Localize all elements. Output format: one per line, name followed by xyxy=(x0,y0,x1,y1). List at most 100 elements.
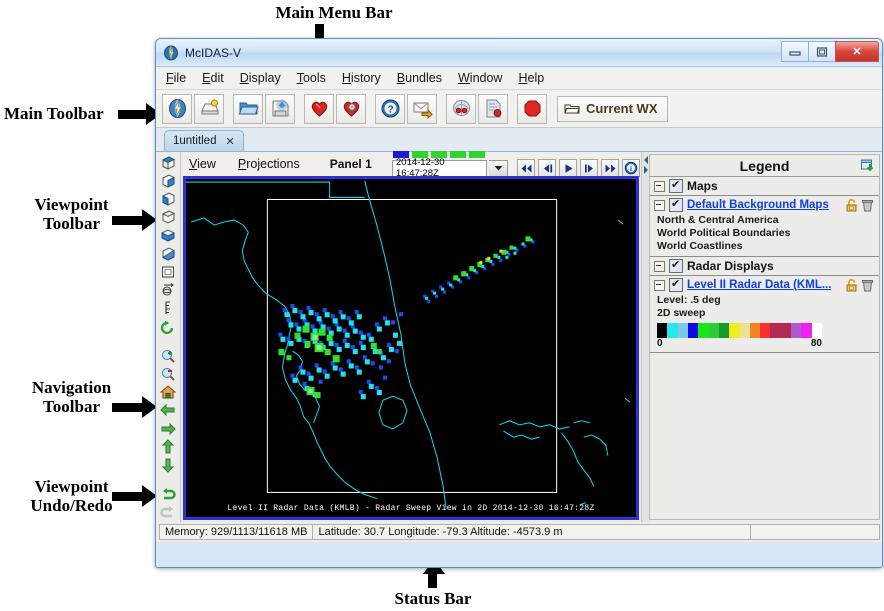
animation-controls-row: 2014-12-30 16:47:28Z xyxy=(392,159,640,177)
legend-group-radar-displays[interactable]: Radar Displays xyxy=(650,257,879,276)
legend-header: Legend xyxy=(650,155,879,177)
zoom-in-icon[interactable] xyxy=(158,347,178,364)
play-button[interactable] xyxy=(559,159,577,177)
split-pane-divider[interactable] xyxy=(642,152,649,522)
show-data-explorer-icon[interactable] xyxy=(162,94,192,124)
view-flat-icon[interactable] xyxy=(158,263,178,280)
colorbar-swatch xyxy=(781,323,791,338)
pan-left-icon[interactable] xyxy=(158,402,178,419)
menu-help[interactable]: Help xyxy=(518,71,544,85)
lock-icon[interactable] xyxy=(845,199,858,212)
legend-detail: 2D sweep xyxy=(650,307,879,320)
tab-label: 1untitled xyxy=(173,135,216,147)
colorbar-swatch xyxy=(698,323,708,338)
view-menu[interactable]: View xyxy=(189,157,216,171)
projections-menu[interactable]: Projections xyxy=(238,157,300,171)
annotation-arrow-viewpoint-toolbar xyxy=(112,216,142,225)
minimize-button[interactable] xyxy=(781,41,809,62)
step-back-button[interactable] xyxy=(538,159,556,177)
viewpoint-undo-icon[interactable] xyxy=(158,485,178,502)
trash-icon[interactable] xyxy=(862,279,873,292)
rotate-view-icon[interactable] xyxy=(158,282,178,299)
annotation-arrow-undo-redo xyxy=(112,492,142,501)
manage-favorites-icon[interactable] xyxy=(336,94,366,124)
pan-right-icon[interactable] xyxy=(158,420,178,437)
go-to-last-button[interactable] xyxy=(601,159,619,177)
animation-properties-button[interactable]: i xyxy=(622,159,640,177)
pan-up-icon[interactable] xyxy=(158,438,178,455)
radar-display-canvas[interactable]: Level II Radar Data (KMLB) - Radar Sweep… xyxy=(183,176,639,520)
remove-data-icon[interactable] xyxy=(478,94,508,124)
animation-time-dropdown-button[interactable] xyxy=(489,160,508,177)
view-west-icon[interactable] xyxy=(158,209,178,226)
step-forward-button[interactable] xyxy=(580,159,598,177)
menu-history[interactable]: History xyxy=(342,71,381,85)
tab-close-icon[interactable]: ✕ xyxy=(225,135,234,148)
position-readout: Latitude: 30.7 Longitude: -79.3 Altitude… xyxy=(312,524,751,540)
menu-tools[interactable]: Tools xyxy=(297,71,326,85)
remove-displays-icon[interactable] xyxy=(446,94,476,124)
annotation-arrow-status-bar xyxy=(428,572,437,588)
save-bundle-icon[interactable] xyxy=(265,94,295,124)
legend-item-checkbox[interactable] xyxy=(669,278,683,292)
annotation-arrow-navigation-toolbar xyxy=(112,403,142,412)
legend-item-row[interactable]: Level II Radar Data (KML... xyxy=(650,276,879,294)
app-logo-icon xyxy=(163,45,179,61)
legend-detail: World Political Boundaries xyxy=(650,227,879,240)
colorbar-swatch xyxy=(750,323,760,338)
expander-icon[interactable] xyxy=(654,280,665,291)
viewpoint-redo-icon[interactable] xyxy=(158,504,178,521)
colorbar-swatch xyxy=(709,323,719,338)
maximize-button[interactable] xyxy=(808,41,836,62)
legend-item-row[interactable]: Default Background Maps xyxy=(650,196,879,214)
go-to-first-button[interactable] xyxy=(517,159,535,177)
legend-group-checkbox[interactable] xyxy=(669,179,683,193)
expander-icon[interactable] xyxy=(654,181,665,192)
mcidas-v-window: McIDAS-V ✕ File Edit Display Tools Histo… xyxy=(155,38,883,568)
view-bottom-icon[interactable] xyxy=(158,245,178,262)
pan-down-icon[interactable] xyxy=(158,456,178,473)
stop-loads-icon[interactable] xyxy=(517,94,547,124)
radar-colorbar[interactable] xyxy=(657,323,822,338)
view-east-icon[interactable] xyxy=(158,190,178,207)
help-icon[interactable]: ? xyxy=(375,94,405,124)
animation-time-field[interactable]: 2014-12-30 16:47:28Z xyxy=(392,160,487,177)
menu-bundles[interactable]: Bundles xyxy=(397,71,442,85)
menu-display[interactable]: Display xyxy=(240,71,281,85)
close-button[interactable]: ✕ xyxy=(835,41,879,62)
vertical-scale-icon[interactable] xyxy=(158,300,178,317)
colorbar-swatch xyxy=(719,323,729,338)
colorbar-swatch xyxy=(812,323,822,338)
current-wx-button[interactable]: Current WX xyxy=(557,96,668,122)
view-top-icon[interactable] xyxy=(158,227,178,244)
colorbar-labels: 0 80 xyxy=(657,338,822,349)
annotation-main-menu-bar: Main Menu Bar xyxy=(264,3,404,22)
open-bundle-icon[interactable] xyxy=(233,94,263,124)
legend-item-label[interactable]: Default Background Maps xyxy=(687,199,829,211)
support-request-icon[interactable] xyxy=(407,94,437,124)
viewpoint-and-navigation-toolbar xyxy=(156,152,181,522)
add-display-icon[interactable] xyxy=(861,158,875,175)
legend-item-label[interactable]: Level II Radar Data (KML... xyxy=(687,279,831,291)
menu-window[interactable]: Window xyxy=(458,71,502,85)
menu-edit[interactable]: Edit xyxy=(202,71,224,85)
favorite-bundle-icon[interactable] xyxy=(304,94,334,124)
reset-rotation-icon[interactable] xyxy=(158,318,178,335)
tab-untitled[interactable]: 1untitled ✕ xyxy=(164,130,244,151)
expander-icon[interactable] xyxy=(654,200,665,211)
expander-icon[interactable] xyxy=(654,261,665,272)
legend-item-checkbox[interactable] xyxy=(669,198,683,212)
save-data-source-icon[interactable] xyxy=(194,94,224,124)
zoom-out-icon[interactable] xyxy=(158,365,178,382)
view-south-icon[interactable] xyxy=(158,172,178,189)
home-view-icon[interactable] xyxy=(158,384,178,401)
colorbar-swatch xyxy=(770,323,780,338)
legend-group-maps[interactable]: Maps xyxy=(650,177,879,196)
view-north-icon[interactable] xyxy=(158,154,178,171)
legend-group-checkbox[interactable] xyxy=(669,259,683,273)
trash-icon[interactable] xyxy=(862,199,873,212)
screenshot-root: Main Menu Bar Main Toolbar Time Animatio… xyxy=(0,0,884,611)
menu-file[interactable]: File xyxy=(166,71,186,85)
lock-icon[interactable] xyxy=(845,279,858,292)
main-toolbar: ? xyxy=(156,90,882,128)
